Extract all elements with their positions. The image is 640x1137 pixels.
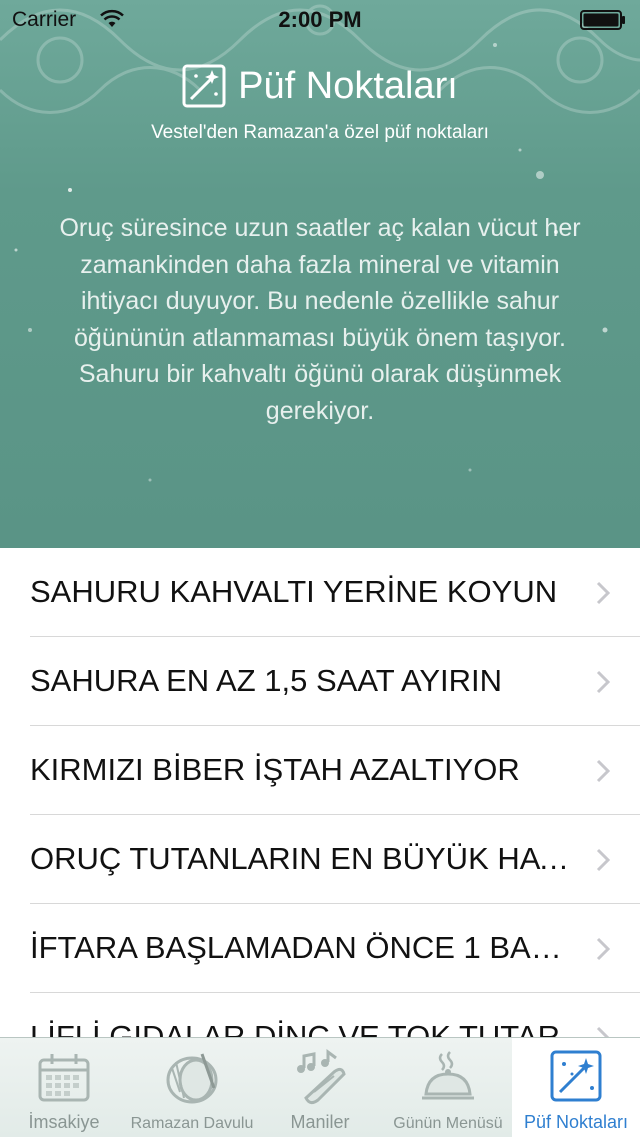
tab-gunun-menusu[interactable]: Günün Menüsü	[384, 1038, 512, 1137]
list-item[interactable]: LİFLİ GIDALAR DİNÇ VE TOK TUTAR	[30, 993, 640, 1037]
music-scroll-icon	[297, 1049, 346, 1105]
list-item[interactable]: SAHURA EN AZ 1,5 SAAT AYIRIN	[30, 637, 640, 726]
tab-label: İmsakiye	[28, 1112, 100, 1132]
list-item-label: İFTARA BAŞLAMADAN ÖNCE 1 BARDAK	[30, 930, 570, 965]
food-cloche-icon	[422, 1051, 474, 1100]
list-item-label: SAHURA EN AZ 1,5 SAAT AYIRIN	[30, 663, 503, 698]
drum-icon	[166, 1053, 218, 1104]
intro-text: Oruç süresince uzun saatler aç kalan vüc…	[59, 214, 581, 425]
tab-label: Ramazan Davulu	[130, 1115, 254, 1132]
tab-maniler[interactable]: Maniler	[256, 1038, 384, 1137]
title-row: Püf Noktaları	[0, 56, 640, 116]
hero-header: Carrier 2:00 PM Püf Noktaları Vestel'den…	[0, 0, 640, 548]
tab-bar: İmsakiye Ramazan Davulu Maniler Günün Me…	[0, 1037, 640, 1137]
chevron-right-icon	[596, 937, 610, 961]
chevron-right-icon	[596, 759, 610, 783]
list-item[interactable]: KIRMIZI BİBER İŞTAH AZALTIYOR	[30, 726, 640, 815]
chevron-right-icon	[596, 670, 610, 694]
chevron-right-icon	[596, 1026, 610, 1037]
magic-wand-icon	[182, 64, 226, 108]
tab-ramazan-davulu[interactable]: Ramazan Davulu	[128, 1038, 256, 1137]
tab-label: Maniler	[290, 1112, 350, 1132]
tab-imsakiye[interactable]: İmsakiye	[0, 1038, 128, 1137]
list-item-label: ORUÇ TUTANLARIN EN BÜYÜK HATASI	[30, 841, 570, 876]
page-title: Püf Noktaları	[238, 64, 458, 107]
battery-icon	[580, 10, 625, 30]
page-subtitle: Vestel'den Ramazan'a özel püf noktaları	[151, 122, 489, 143]
tab-puf-noktalari[interactable]: Püf Noktaları	[512, 1038, 640, 1137]
status-time: 2:00 PM	[278, 7, 362, 32]
tips-list: SAHURU KAHVALTI YERİNE KOYUN SAHURA EN A…	[0, 548, 640, 1037]
magic-wand-icon	[550, 1050, 602, 1102]
chevron-right-icon	[596, 581, 610, 605]
list-item-label: LİFLİ GIDALAR DİNÇ VE TOK TUTAR	[30, 1019, 560, 1037]
status-bar: Carrier 2:00 PM	[0, 0, 640, 40]
list-item[interactable]: ORUÇ TUTANLARIN EN BÜYÜK HATASI	[30, 815, 640, 904]
tab-label: Günün Menüsü	[393, 1115, 503, 1132]
calendar-icon	[38, 1054, 90, 1102]
chevron-right-icon	[596, 848, 610, 872]
tab-label: Püf Noktaları	[523, 1112, 629, 1132]
list-item-label: KIRMIZI BİBER İŞTAH AZALTIYOR	[30, 752, 520, 787]
list-item[interactable]: İFTARA BAŞLAMADAN ÖNCE 1 BARDAK	[30, 904, 640, 993]
list-item-label: SAHURU KAHVALTI YERİNE KOYUN	[30, 574, 558, 609]
list-item[interactable]: SAHURU KAHVALTI YERİNE KOYUN	[30, 548, 640, 637]
